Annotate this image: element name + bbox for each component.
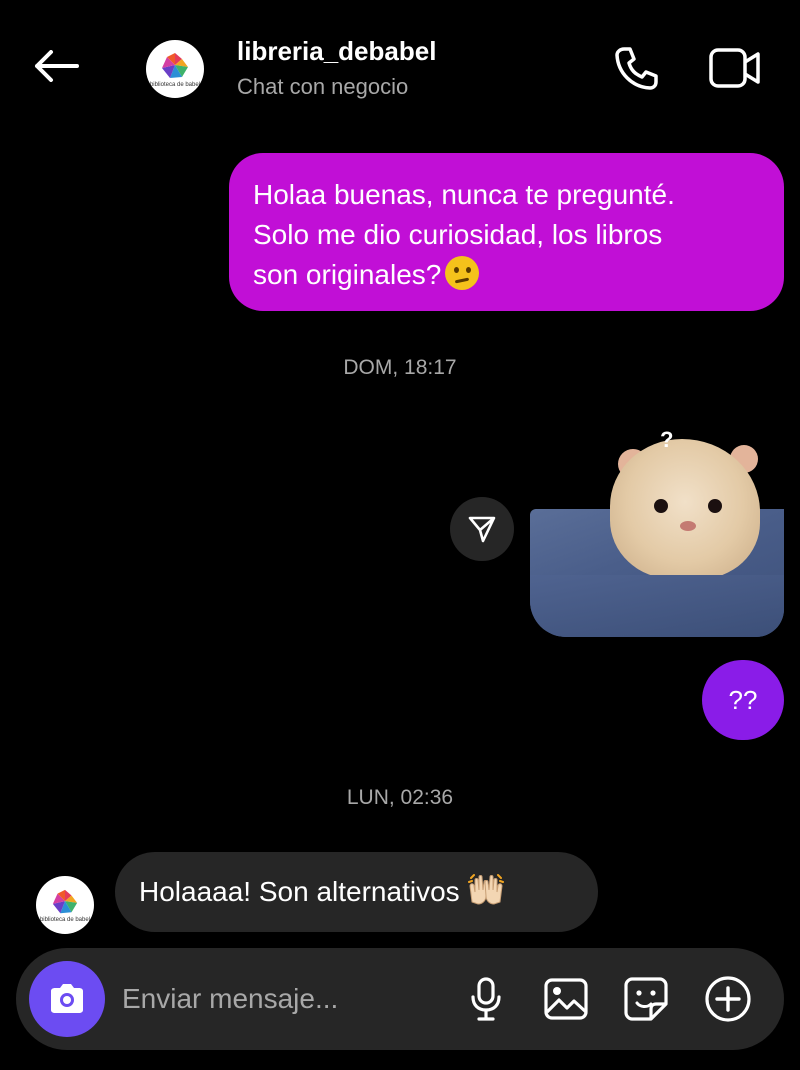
more-options-button[interactable] [704, 975, 752, 1023]
share-button[interactable] [450, 497, 514, 561]
back-arrow-icon [35, 50, 79, 82]
chat-header: biblioteca de babel libreria_debabel Cha… [0, 0, 800, 130]
chat-subtitle: Chat con negocio [237, 74, 409, 99]
sticker-eye [708, 499, 722, 513]
avatar-caption: biblioteca de babel [149, 81, 201, 88]
gallery-button[interactable] [542, 975, 590, 1023]
logo-icon [52, 889, 78, 913]
sticker-nose [680, 521, 696, 531]
raising-hands-icon [467, 872, 504, 913]
sender-avatar[interactable]: biblioteca de babel [36, 876, 94, 934]
phone-icon [615, 47, 658, 90]
timestamp: DOM, 18:17 [343, 356, 457, 379]
chat-title[interactable]: libreria_debabel [237, 36, 436, 67]
message-text: Holaaaa! Son alternativos [139, 876, 460, 907]
avatar-caption: biblioteca de babel [39, 916, 91, 923]
sticker-button[interactable] [622, 975, 670, 1023]
sticker-hamster [610, 439, 760, 579]
thinking-face-icon [445, 256, 480, 290]
camera-button[interactable] [29, 961, 105, 1037]
send-paper-plane-icon [468, 516, 496, 543]
hamster-sticker[interactable]: ? [530, 425, 784, 637]
back-button[interactable] [30, 44, 82, 88]
message-line: son originales? [253, 255, 760, 295]
message-input[interactable] [122, 976, 442, 1022]
outgoing-message[interactable]: ?? [702, 660, 784, 740]
plus-circle-icon [705, 976, 751, 1022]
sticker-eye [654, 499, 668, 513]
voice-message-button[interactable] [462, 975, 510, 1023]
microphone-icon [471, 977, 501, 1021]
message-line: Holaa buenas, nunca te pregunté. [253, 179, 675, 210]
image-icon [544, 978, 588, 1020]
timestamp: LUN, 02:36 [346, 786, 454, 809]
video-camera-icon [709, 48, 760, 88]
message-text: ?? [728, 684, 758, 715]
message-composer [16, 948, 784, 1050]
video-call-button[interactable] [706, 44, 764, 92]
message-line: Solo me dio curiosidad, los libros [253, 219, 663, 250]
logo-icon [162, 52, 188, 78]
outgoing-message[interactable]: Holaa buenas, nunca te pregunté. Solo me… [229, 153, 784, 311]
incoming-message[interactable]: Holaaaa! Son alternativos [115, 852, 598, 932]
camera-icon [51, 984, 83, 1013]
sticker-caption: ? [660, 427, 674, 452]
voice-call-button[interactable] [610, 44, 662, 92]
dm-screen: biblioteca de babel libreria_debabel Cha… [0, 0, 800, 1070]
business-avatar[interactable]: biblioteca de babel [146, 40, 204, 98]
message-text: son originales? [253, 259, 442, 290]
sticker-fabric-front [530, 575, 784, 637]
sticker-icon [624, 977, 668, 1021]
